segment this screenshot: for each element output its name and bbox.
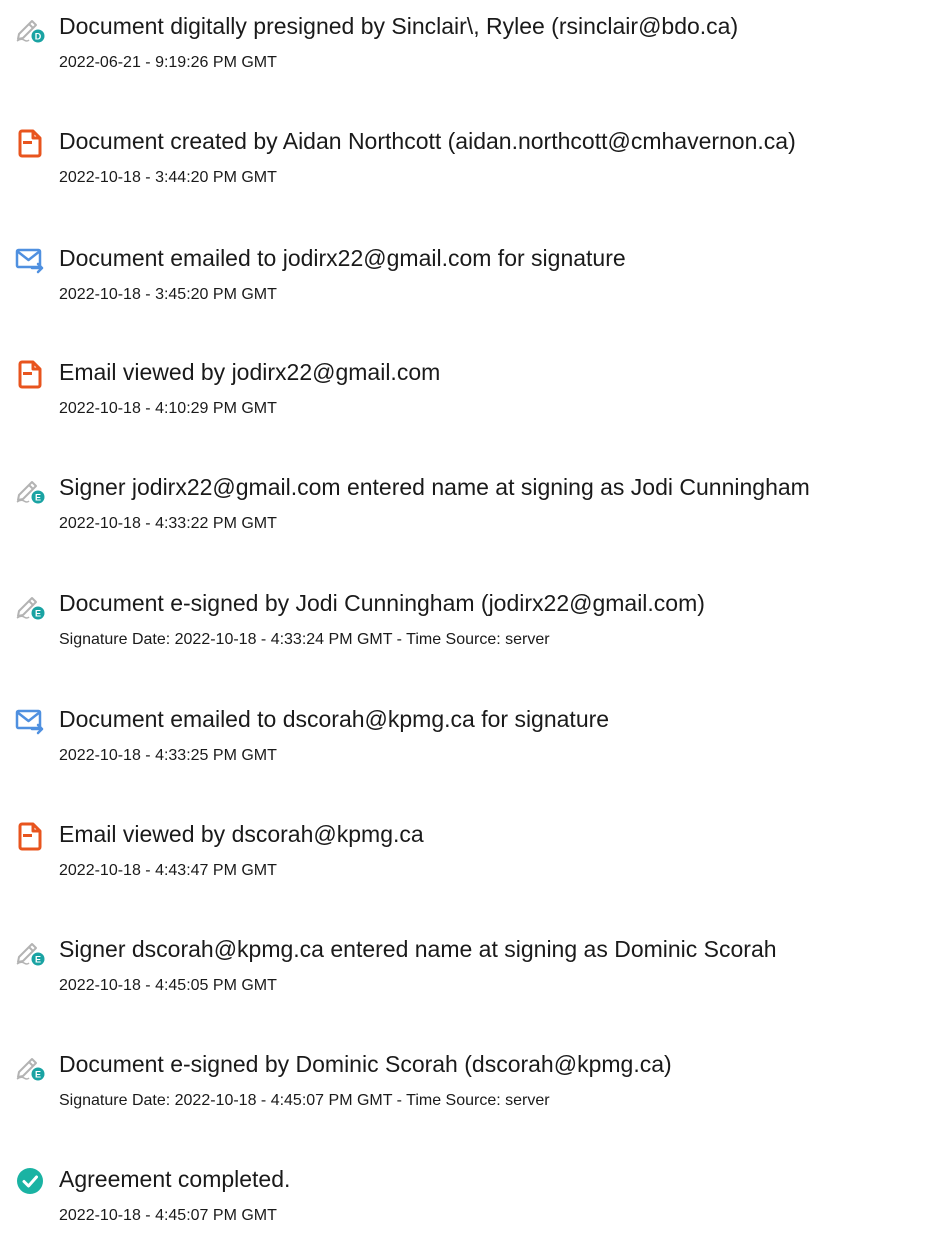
checkmark-icon	[14, 1165, 46, 1197]
audit-event: Document emailed to jodirx22@gmail.com f…	[0, 232, 928, 322]
pen-icon: D	[14, 12, 46, 44]
badge-letter: E	[35, 609, 41, 619]
pen-icon: E	[14, 589, 46, 621]
audit-event: Agreement completed. 2022-10-18 - 4:45:0…	[0, 1153, 928, 1243]
email-icon	[14, 244, 46, 276]
audit-event: Document emailed to dscorah@kpmg.ca for …	[0, 693, 928, 783]
event-title: Agreement completed.	[59, 1166, 291, 1192]
badge-letter: E	[35, 955, 41, 965]
event-timestamp: 2022-10-18 - 4:33:22 PM GMT	[59, 515, 277, 532]
badge-letter: E	[35, 493, 41, 503]
document-icon	[14, 820, 46, 852]
event-title: Signer jodirx22@gmail.com entered name a…	[59, 474, 810, 500]
pen-icon: E	[14, 473, 46, 505]
event-title: Signer dscorah@kpmg.ca entered name at s…	[59, 936, 777, 962]
document-icon	[14, 358, 46, 390]
badge-letter: D	[35, 32, 42, 42]
audit-event: Email viewed by jodirx22@gmail.com 2022-…	[0, 346, 928, 436]
event-timestamp: 2022-06-21 - 9:19:26 PM GMT	[59, 54, 277, 71]
audit-event: Email viewed by dscorah@kpmg.ca 2022-10-…	[0, 808, 928, 898]
audit-event: E Document e-signed by Dominic Scorah (d…	[0, 1038, 928, 1128]
event-timestamp: 2022-10-18 - 4:45:07 PM GMT	[59, 1207, 277, 1224]
event-title: Email viewed by jodirx22@gmail.com	[59, 359, 441, 385]
email-icon	[14, 705, 46, 737]
event-signature-date: Signature Date: 2022-10-18 - 4:33:24 PM …	[59, 631, 550, 648]
event-timestamp: 2022-10-18 - 4:10:29 PM GMT	[59, 400, 277, 417]
event-timestamp: 2022-10-18 - 4:43:47 PM GMT	[59, 862, 277, 879]
audit-event: E Signer jodirx22@gmail.com entered name…	[0, 461, 928, 551]
event-timestamp: 2022-10-18 - 3:45:20 PM GMT	[59, 286, 277, 303]
event-title: Document digitally presigned by Sinclair…	[59, 13, 739, 39]
badge-letter: E	[35, 1070, 41, 1080]
audit-event: D Document digitally presigned by Sincla…	[0, 0, 928, 90]
event-timestamp: 2022-10-18 - 4:33:25 PM GMT	[59, 747, 277, 764]
audit-event: E Signer dscorah@kpmg.ca entered name at…	[0, 923, 928, 1013]
event-title: Document e-signed by Dominic Scorah (dsc…	[59, 1051, 672, 1077]
event-title: Email viewed by dscorah@kpmg.ca	[59, 821, 424, 847]
event-title: Document emailed to jodirx22@gmail.com f…	[59, 245, 626, 271]
document-icon	[14, 127, 46, 159]
event-title: Document created by Aidan Northcott (aid…	[59, 128, 796, 154]
audit-event: E Document e-signed by Jodi Cunningham (…	[0, 577, 928, 667]
event-timestamp: 2022-10-18 - 3:44:20 PM GMT	[59, 169, 277, 186]
pen-icon: E	[14, 935, 46, 967]
event-timestamp: 2022-10-18 - 4:45:05 PM GMT	[59, 977, 277, 994]
pen-icon: E	[14, 1050, 46, 1082]
event-signature-date: Signature Date: 2022-10-18 - 4:45:07 PM …	[59, 1092, 550, 1109]
audit-event: Document created by Aidan Northcott (aid…	[0, 115, 928, 205]
event-title: Document e-signed by Jodi Cunningham (jo…	[59, 590, 705, 616]
event-title: Document emailed to dscorah@kpmg.ca for …	[59, 706, 610, 732]
